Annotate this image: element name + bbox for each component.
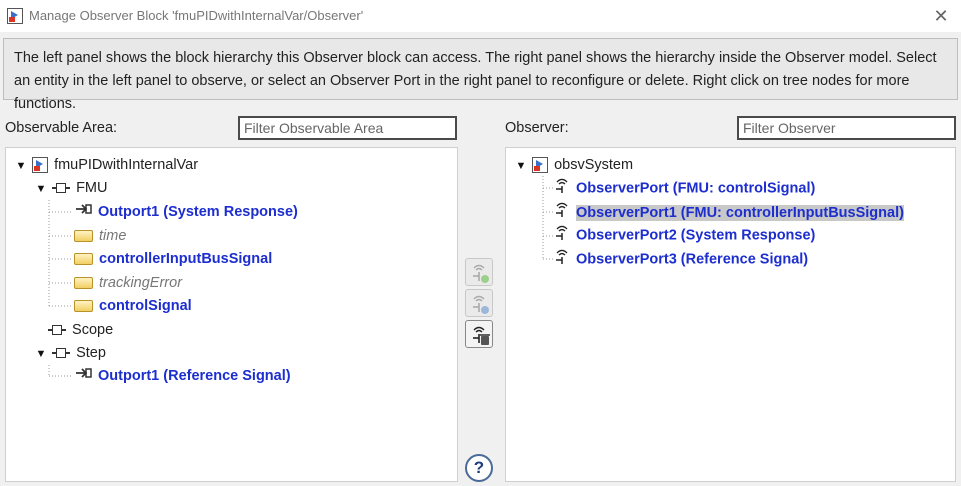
model-icon: [532, 157, 549, 174]
outport-icon: [74, 365, 92, 387]
observer-port-icon: [554, 224, 570, 247]
outport-icon: [74, 201, 92, 223]
tree-node-fmu-outport1[interactable]: Outport1 (System Response): [74, 201, 298, 223]
tree-node-fmu[interactable]: ▼ FMU: [34, 177, 108, 200]
observer-port-icon: [554, 248, 570, 271]
observable-area-tree[interactable]: ▼ fmuPIDwithInternalVar ▼ FMU Outport1 (…: [5, 147, 458, 482]
signal-icon: [74, 300, 93, 313]
observer-tree[interactable]: ▼ obsvSystem ObserverPort (FMU: controlS…: [505, 147, 956, 482]
observer-port-icon: [554, 201, 570, 224]
tree-node-observerport[interactable]: ObserverPort (FMU: controlSignal): [554, 177, 815, 199]
tree-node-observerport3[interactable]: ObserverPort3 (Reference Signal): [554, 248, 808, 270]
observer-port-icon: [554, 177, 570, 200]
tree-node-time[interactable]: time: [74, 225, 126, 247]
filter-observer-input[interactable]: [737, 116, 956, 140]
tree-node-scope[interactable]: Scope: [48, 319, 113, 341]
tree-node-trackingerror[interactable]: trackingError: [74, 272, 182, 294]
subsystem-block-icon: [52, 182, 71, 194]
tree-node-controllerinputbussignal[interactable]: controllerInputBusSignal: [74, 248, 272, 270]
observer-label: Observer:: [505, 120, 569, 136]
signal-icon: [74, 253, 93, 266]
reconfigure-port-icon: [473, 295, 489, 314]
tree-node-observerport1[interactable]: ObserverPort1 (FMU: controllerInputBusSi…: [554, 201, 904, 223]
expand-arrow-icon[interactable]: ▼: [14, 155, 28, 177]
expand-arrow-icon[interactable]: ▼: [34, 178, 48, 200]
observable-area-label: Observable Area:: [5, 120, 118, 136]
description-panel: The left panel shows the block hierarchy…: [3, 38, 958, 112]
help-button[interactable]: ?: [465, 454, 493, 482]
close-icon[interactable]: ✕: [929, 4, 953, 28]
expand-arrow-icon[interactable]: ▼: [34, 343, 48, 365]
delete-port-button[interactable]: [465, 320, 493, 348]
tree-node-step[interactable]: ▼ Step: [34, 342, 106, 364]
title-bar: Manage Observer Block 'fmuPIDwithInterna…: [0, 0, 961, 32]
tree-node-observerport2[interactable]: ObserverPort2 (System Response): [554, 224, 815, 246]
delete-port-icon: [473, 326, 490, 345]
filter-observable-area-input[interactable]: [238, 116, 457, 140]
window-title: Manage Observer Block 'fmuPIDwithInterna…: [29, 8, 364, 23]
signal-icon: [74, 230, 93, 243]
subsystem-block-icon: [52, 347, 71, 359]
tree-node-obsvsystem[interactable]: ▼ obsvSystem: [514, 154, 633, 176]
add-observer-port-icon: [473, 264, 489, 283]
reconfigure-port-button[interactable]: [465, 289, 493, 317]
tree-node-fmupidwithinternalvar[interactable]: ▼ fmuPIDwithInternalVar: [14, 154, 198, 176]
expand-arrow-icon[interactable]: ▼: [514, 155, 528, 177]
model-icon: [32, 157, 49, 174]
add-observer-port-button[interactable]: [465, 258, 493, 286]
tree-node-step-outport1[interactable]: Outport1 (Reference Signal): [74, 365, 291, 387]
tree-node-controlsignal[interactable]: controlSignal: [74, 295, 192, 317]
signal-icon: [74, 277, 93, 290]
simulink-model-icon: [7, 8, 23, 24]
subsystem-block-icon: [48, 324, 66, 336]
